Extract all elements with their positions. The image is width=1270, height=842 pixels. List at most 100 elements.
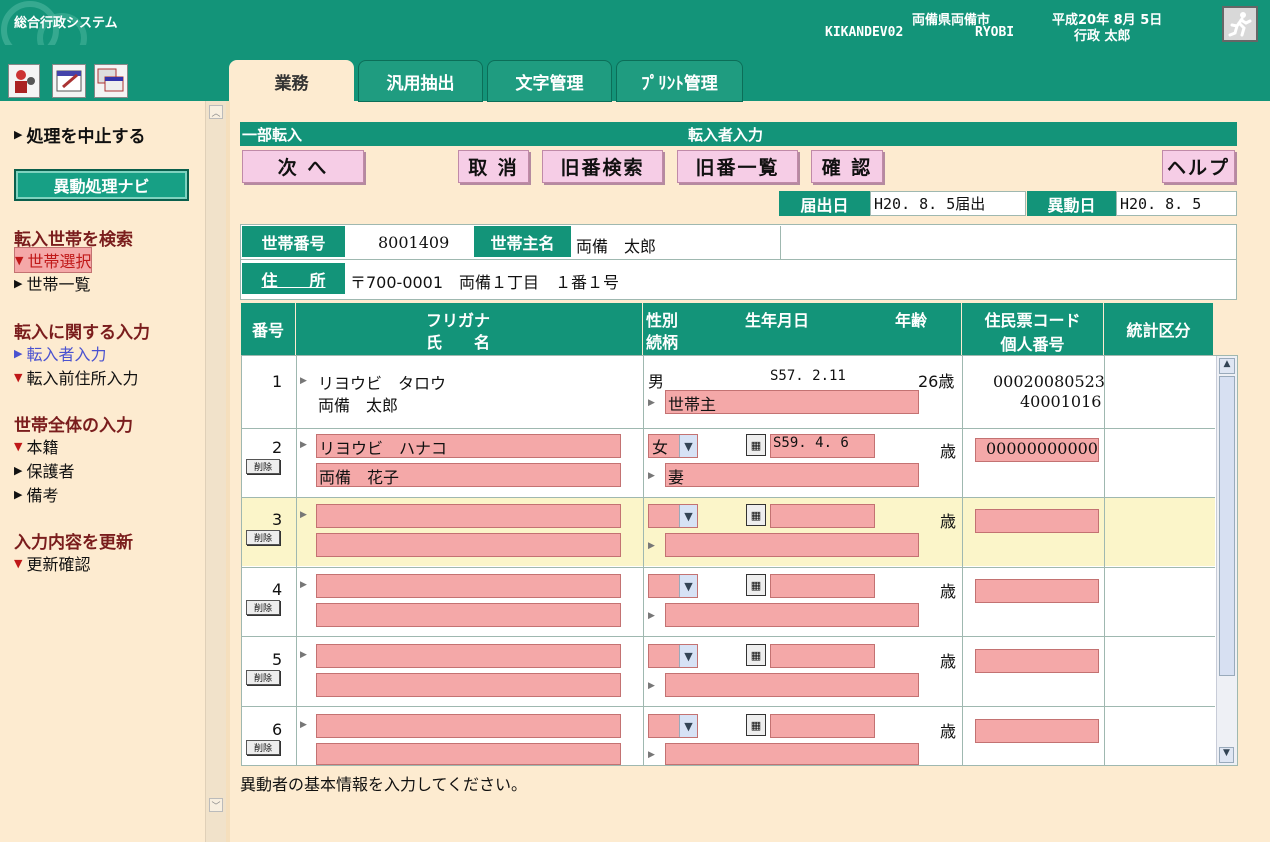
confirm-button[interactable]: 確 認	[811, 150, 883, 183]
sidebar-item-prev-address[interactable]: ▼ 転入前住所入力	[14, 365, 138, 389]
scroll-up-icon[interactable]: ▲	[1219, 358, 1235, 374]
col-header-resident-code: 住民票コード	[984, 311, 1081, 330]
calendar-button[interactable]: ▦	[746, 504, 766, 526]
relation-input[interactable]	[665, 743, 919, 765]
relation-input[interactable]: 妻	[665, 463, 919, 487]
calendar-button[interactable]: ▦	[746, 644, 766, 666]
kana-input[interactable]	[316, 574, 621, 598]
sidebar-item-hogosha[interactable]: ▶ 保護者	[14, 458, 74, 482]
server-name: RYOBI	[975, 25, 1015, 40]
triangle-down-icon: ▼	[14, 556, 23, 570]
resident-code-input[interactable]	[975, 649, 1099, 673]
old-number-search-button[interactable]: 旧番検索	[542, 150, 663, 183]
window-tool-button[interactable]	[94, 64, 128, 98]
sex-select[interactable]: ▼	[648, 714, 698, 738]
col-header-codes: 住民票コード 個人番号	[962, 303, 1104, 355]
row-number: 1	[272, 372, 283, 391]
user-name: 行政 太郎	[1074, 29, 1131, 44]
notify-date-value: H20. 8. 5届出	[870, 191, 1026, 216]
kana-input[interactable]	[316, 644, 621, 668]
name-input[interactable]	[316, 743, 621, 765]
change-date-value: H20. 8. 5	[1116, 191, 1237, 216]
cancel-process-link[interactable]: ▶ 処理を中止する	[14, 122, 145, 147]
relation-input[interactable]	[665, 603, 919, 627]
relation-input[interactable]: 世帯主	[665, 390, 919, 414]
calendar-icon: ▦	[750, 648, 762, 662]
expand-arrow-icon[interactable]: ▶	[300, 720, 307, 730]
delete-row-button[interactable]: 削除	[246, 600, 280, 615]
sex-select[interactable]: ▼	[648, 644, 698, 668]
birth-input[interactable]	[770, 574, 875, 598]
next-button[interactable]: 次 へ	[242, 150, 364, 183]
expand-arrow-icon[interactable]: ▶	[300, 580, 307, 590]
expand-arrow-icon[interactable]: ▶	[300, 510, 307, 520]
address-label[interactable]: 住 所	[242, 263, 345, 294]
expand-arrow-icon[interactable]: ▶	[648, 541, 655, 551]
logout-button[interactable]	[1222, 6, 1258, 42]
user-tool-button[interactable]	[8, 64, 40, 98]
col-header-age: 年齢	[895, 311, 928, 330]
expand-arrow-icon[interactable]: ▶	[648, 750, 655, 760]
sex-select[interactable]: ▼	[648, 504, 698, 528]
cancel-button[interactable]: 取 消	[458, 150, 529, 183]
sex-select[interactable]: 女 ▼	[648, 434, 698, 458]
sidebar-item-setai-sentaku[interactable]: ▼ 世帯選択	[14, 247, 93, 273]
delete-row-button[interactable]: 削除	[246, 740, 280, 755]
scroll-thumb[interactable]	[1219, 376, 1235, 676]
expand-arrow-icon[interactable]: ▶	[648, 611, 655, 621]
tab-moji-kanri[interactable]: 文字管理	[487, 60, 612, 102]
sidebar-item-setai-ichiran[interactable]: ▶ 世帯一覧	[14, 271, 90, 295]
form-tool-button[interactable]	[52, 64, 86, 98]
delete-row-button[interactable]: 削除	[246, 459, 280, 474]
expand-arrow-icon[interactable]: ▶	[648, 398, 655, 408]
resident-code-input[interactable]	[975, 579, 1099, 603]
tab-print-kanri[interactable]: ﾌﾟﾘﾝﾄ管理	[616, 60, 743, 102]
relation-input[interactable]	[665, 533, 919, 557]
chevron-down-icon: ▼	[679, 645, 697, 667]
chevron-down-icon: ▼	[679, 435, 697, 457]
col-divider	[962, 356, 963, 765]
kana-input[interactable]: リヨウビ ハナコ	[316, 434, 621, 458]
expand-arrow-icon[interactable]: ▶	[300, 376, 307, 386]
name-input[interactable]	[316, 533, 621, 557]
sidebar-item-update-confirm[interactable]: ▼ 更新確認	[14, 551, 90, 575]
expand-arrow-icon[interactable]: ▶	[648, 681, 655, 691]
delete-row-button[interactable]: 削除	[246, 530, 280, 545]
col-header-relation: 続柄	[646, 333, 679, 352]
resident-code-input[interactable]	[975, 719, 1099, 743]
sex-select[interactable]: ▼	[648, 574, 698, 598]
expand-arrow-icon[interactable]: ▶	[648, 471, 655, 481]
birth-input[interactable]	[770, 644, 875, 668]
sidebar-item-tennyusha[interactable]: ▶ 転入者入力	[14, 341, 106, 365]
calendar-button[interactable]: ▦	[746, 574, 766, 596]
table-scrollbar[interactable]: ▲ ▼	[1216, 356, 1237, 765]
navi-button[interactable]: 異動処理ナビ	[14, 169, 189, 201]
birth-input[interactable]	[770, 714, 875, 738]
relation-input[interactable]	[665, 673, 919, 697]
birth-input[interactable]: S59. 4. 6	[770, 434, 875, 458]
sidebar-item-label: 更新確認	[26, 555, 91, 574]
name-input[interactable]	[316, 603, 621, 627]
name-input[interactable]: 両備 花子	[316, 463, 621, 487]
kana-input[interactable]	[316, 714, 621, 738]
expand-arrow-icon[interactable]: ▶	[300, 440, 307, 450]
delete-row-button[interactable]: 削除	[246, 670, 280, 685]
calendar-icon: ▦	[750, 578, 762, 592]
expand-arrow-icon[interactable]: ▶	[300, 650, 307, 660]
birth-input[interactable]	[770, 504, 875, 528]
resident-code-input[interactable]	[975, 509, 1099, 533]
calendar-button[interactable]: ▦	[746, 434, 766, 456]
sidebar-scrollbar[interactable]: ︿ ﹀	[205, 101, 226, 842]
sidebar-item-honseki[interactable]: ▼ 本籍	[14, 434, 58, 458]
scroll-down-icon[interactable]: ▼	[1219, 747, 1234, 763]
kana-input[interactable]	[316, 504, 621, 528]
name-input[interactable]	[316, 673, 621, 697]
resident-code-input[interactable]: 00000000000	[975, 438, 1099, 462]
calendar-button[interactable]: ▦	[746, 714, 766, 736]
help-button[interactable]: ヘルプ	[1162, 150, 1235, 183]
calendar-icon: ▦	[750, 718, 762, 732]
old-number-list-button[interactable]: 旧番一覧	[677, 150, 798, 183]
tab-gyomu[interactable]: 業務	[229, 60, 354, 102]
sidebar-item-biko[interactable]: ▶ 備考	[14, 482, 58, 506]
tab-hanyo-chushutsu[interactable]: 汎用抽出	[358, 60, 483, 102]
